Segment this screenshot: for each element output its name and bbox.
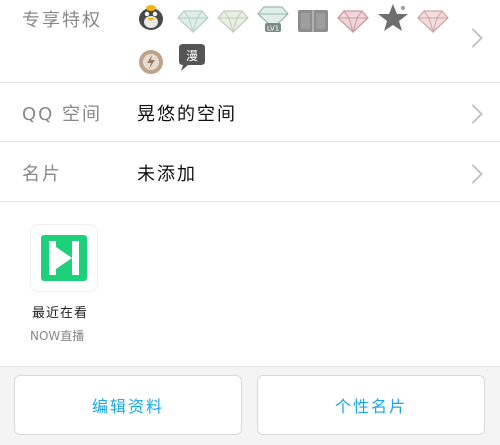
comic-icon[interactable]: 漫 xyxy=(174,42,208,72)
recent-app-name: NOW直播 xyxy=(30,329,85,343)
recent-title: 最近在看 xyxy=(32,306,89,321)
edit-profile-button[interactable]: 编辑资料 xyxy=(14,375,242,435)
diamond-icon[interactable] xyxy=(176,6,210,36)
card-row[interactable]: 名片 未添加 xyxy=(0,142,500,202)
privileges-label: 专享特权 xyxy=(22,10,102,31)
qzone-value: 晃悠的空间 xyxy=(137,104,237,125)
card-label: 名片 xyxy=(22,164,62,185)
now-live-app[interactable] xyxy=(30,224,98,292)
qzone-label: QQ 空间 xyxy=(22,104,103,125)
qzone-row[interactable]: QQ 空间 晃悠的空间 xyxy=(0,83,500,142)
star-icon[interactable] xyxy=(376,2,410,32)
personal-card-button[interactable]: 个性名片 xyxy=(257,375,485,435)
card-value: 未添加 xyxy=(137,164,197,185)
recent-section: 最近在看 NOW直播 xyxy=(0,202,500,366)
pink-diamond-icon[interactable] xyxy=(416,6,450,36)
footer-bar: 编辑资料 个性名片 xyxy=(0,366,500,445)
diamond-lv1-icon[interactable]: LV1 xyxy=(256,4,290,34)
speed-lightning-icon[interactable] xyxy=(134,46,168,76)
privileges-row[interactable]: 专享特权 LV1 漫 xyxy=(0,0,500,83)
diamond-icon[interactable] xyxy=(216,6,250,36)
pink-diamond-icon[interactable] xyxy=(336,6,370,36)
comic-text: 漫 xyxy=(186,49,198,63)
lv1-text: LV1 xyxy=(267,25,279,33)
book-icon[interactable] xyxy=(296,6,330,36)
chevron-right-icon xyxy=(463,28,483,48)
now-live-icon xyxy=(41,235,87,281)
chevron-right-icon xyxy=(463,164,483,184)
qq-penguin-icon[interactable] xyxy=(134,2,168,32)
chevron-right-icon xyxy=(463,104,483,124)
